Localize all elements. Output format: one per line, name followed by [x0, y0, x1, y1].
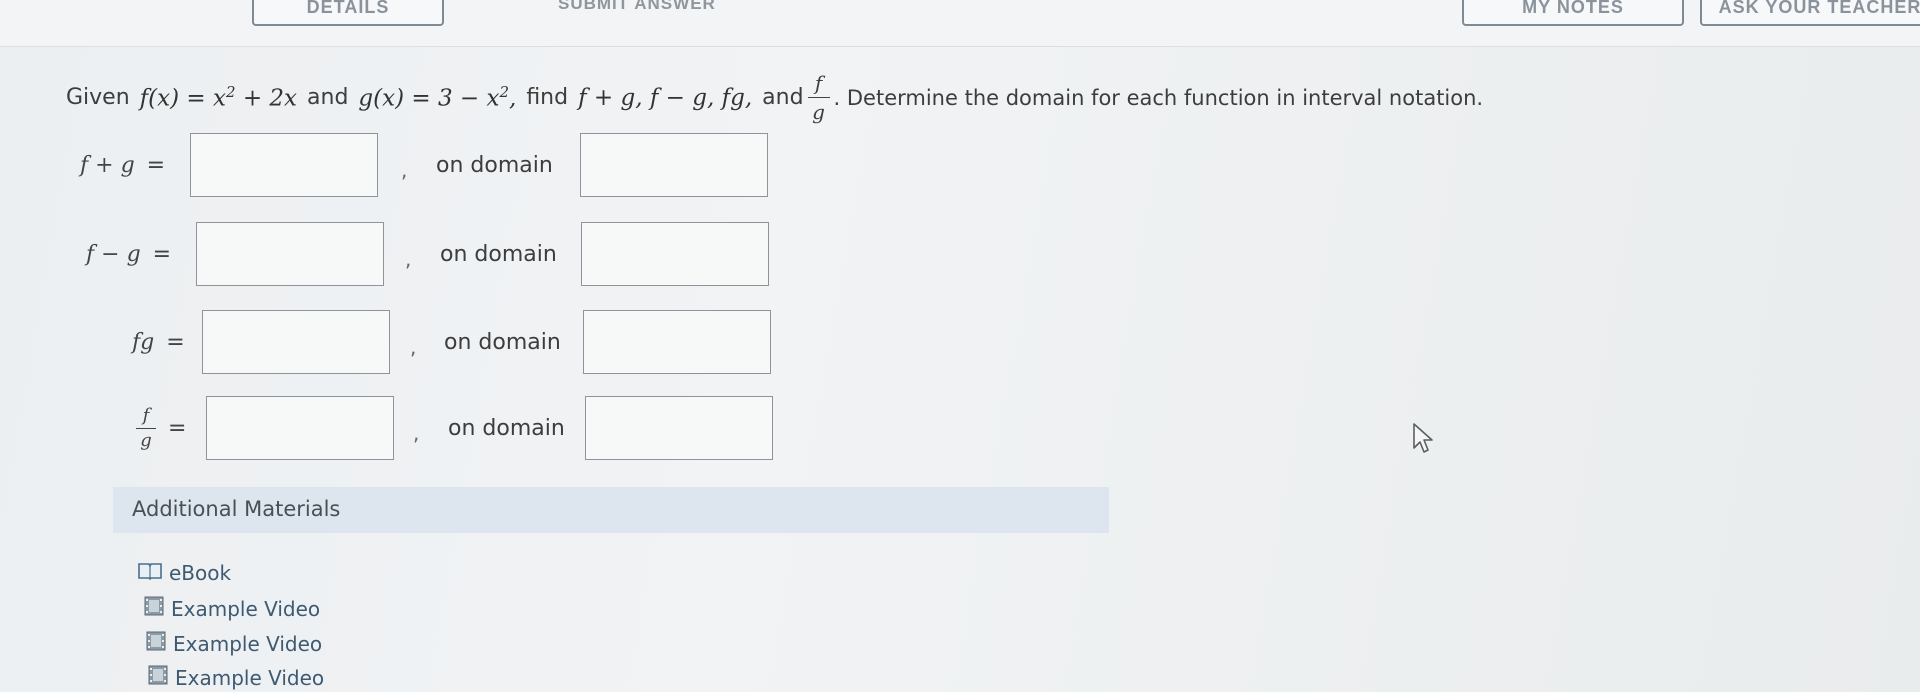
- ask-teacher-button[interactable]: ASK YOUR TEACHER: [1700, 0, 1920, 26]
- comma: ,: [401, 158, 408, 182]
- ebook-link[interactable]: eBook: [138, 561, 231, 585]
- row-fg: fg =: [132, 310, 185, 374]
- f-over-g-fraction: f g: [807, 72, 830, 123]
- submit-answer-link[interactable]: SUBMIT ANSWER: [558, 0, 716, 14]
- answer-input-f-over-g[interactable]: [206, 396, 394, 460]
- and-text-2: and: [762, 85, 804, 110]
- domain-input-f-minus-g[interactable]: [581, 222, 769, 286]
- video-icon: [144, 596, 164, 621]
- example-video-label: Example Video: [173, 631, 323, 656]
- f-definition: f(x) = x2 + 2x: [139, 83, 298, 112]
- details-button[interactable]: DETAILS: [252, 0, 444, 26]
- example-video-label: Example Video: [171, 596, 321, 621]
- instruction-text: . Determine the domain for each function…: [833, 85, 1484, 110]
- mouse-cursor-icon: [1412, 422, 1438, 460]
- label-f-minus-g: f − g =: [86, 241, 172, 267]
- label-f-over-g: f g =: [136, 406, 186, 450]
- comma: ,: [405, 247, 412, 271]
- domain-input-f-plus-g[interactable]: [580, 133, 768, 197]
- answer-input-fg[interactable]: [202, 310, 390, 374]
- question-text: Given f(x) = x2 + 2x and g(x) = 3 − x2, …: [66, 72, 1483, 123]
- find-text: find: [526, 85, 569, 110]
- answer-input-f-minus-g[interactable]: [196, 222, 384, 286]
- video-icon: [148, 665, 168, 690]
- given-text: Given: [66, 85, 130, 110]
- on-domain-label: on domain: [448, 416, 565, 441]
- domain-input-f-over-g[interactable]: [585, 396, 773, 460]
- ebook-label: eBook: [169, 561, 232, 585]
- label-f-plus-g: f + g =: [80, 152, 166, 178]
- example-video-link-3[interactable]: Example Video: [148, 665, 324, 690]
- row-f-over-g: f g =: [136, 396, 186, 460]
- domain-input-fg[interactable]: [583, 310, 771, 374]
- book-icon: [138, 561, 162, 585]
- my-notes-button[interactable]: MY NOTES: [1462, 0, 1684, 26]
- g-definition: g(x) = 3 − x2,: [358, 83, 517, 112]
- video-icon: [146, 631, 166, 656]
- answer-input-f-plus-g[interactable]: [190, 133, 378, 197]
- ask-teacher-label: ASK YOUR TEACHER: [1718, 0, 1920, 17]
- row-f-minus-g: f − g =: [86, 222, 171, 286]
- submit-answer-label: SUBMIT ANSWER: [558, 0, 716, 13]
- label-fg: fg =: [132, 329, 185, 355]
- details-button-label: DETAILS: [306, 0, 390, 17]
- additional-materials-title: Additional Materials: [132, 497, 341, 521]
- operations-list: f + g, f − g, fg,: [578, 84, 753, 111]
- on-domain-label: on domain: [444, 330, 561, 355]
- example-video-link-1[interactable]: Example Video: [144, 596, 320, 621]
- comma: ,: [413, 421, 420, 445]
- comma: ,: [410, 335, 417, 359]
- example-video-label: Example Video: [175, 665, 325, 690]
- example-video-link-2[interactable]: Example Video: [146, 631, 322, 656]
- top-toolbar: DETAILS SUBMIT ANSWER MY NOTES ASK YOUR …: [0, 0, 1920, 47]
- on-domain-label: on domain: [440, 242, 557, 267]
- my-notes-label: MY NOTES: [1522, 0, 1624, 17]
- on-domain-label: on domain: [436, 153, 553, 178]
- and-text: and: [307, 85, 349, 110]
- row-f-plus-g: f + g =: [80, 133, 165, 197]
